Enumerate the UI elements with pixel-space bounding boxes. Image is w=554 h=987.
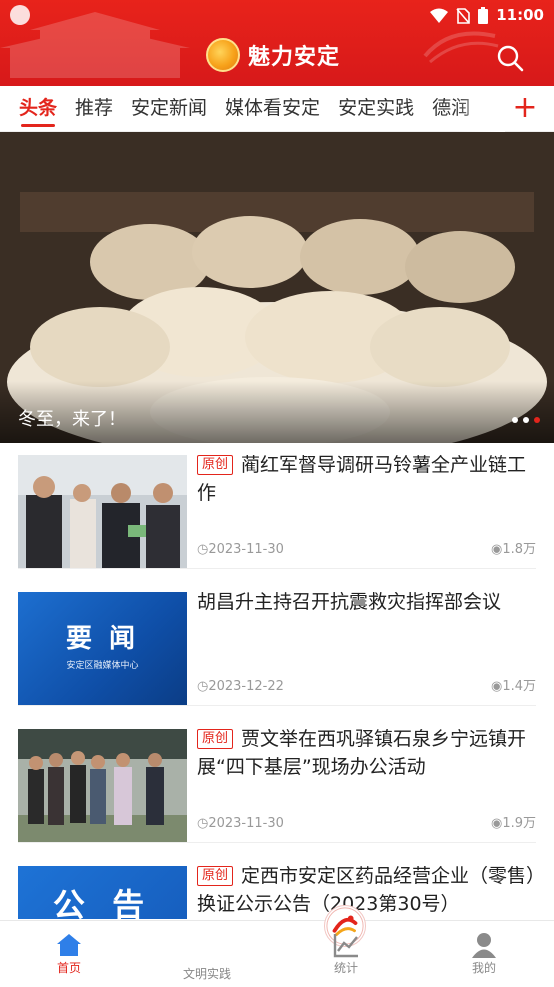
no-sim-icon [456, 8, 470, 24]
news-date: ◷2023-11-30 [197, 816, 284, 831]
site-visit-photo-image [18, 729, 187, 842]
carousel-dot [523, 417, 529, 423]
banner-title[interactable]: 冬至，来了！ [18, 405, 126, 431]
news-thumbnail: 要 闻 安定区融媒体中心 [18, 592, 187, 705]
news-item[interactable]: 公 告 原创定西市安定区药品经营企业（零售）换证公示公告（2023第30号） [18, 854, 536, 919]
nav-home-label: 首页 [0, 959, 138, 976]
nav-civilization[interactable]: 文明实践 [138, 921, 276, 987]
news-title[interactable]: 蔺红军督导调研马铃薯全产业链工作 [197, 454, 526, 504]
original-badge: 原创 [197, 866, 233, 886]
clock-icon: ◷ [197, 679, 208, 694]
news-date-text: 2023-11-30 [208, 816, 284, 831]
tab-anding-practice[interactable]: 安定实践 [329, 86, 423, 132]
news-date-text: 2023-12-22 [208, 679, 284, 694]
original-badge: 原创 [197, 729, 233, 749]
news-thumbnail: 公 告 [18, 866, 187, 919]
carousel-indicator [512, 417, 540, 423]
add-channel-button[interactable]: + [510, 92, 540, 126]
tab-headlines[interactable]: 头条 [10, 86, 66, 132]
thumb-headline: 要 闻 [18, 618, 187, 655]
clock-icon: ◷ [197, 816, 208, 831]
news-title-block: 原创贾文举在西巩驿镇石泉乡宁远镇开展“四下基层”现场办公活动 [197, 725, 536, 781]
news-title-block: 原创蔺红军督导调研马铃薯全产业链工作 [197, 451, 536, 507]
news-body: 原创蔺红军督导调研马铃薯全产业链工作 ◷2023-11-30 ◉1.8万 [197, 451, 536, 569]
news-body: 原创贾文举在西巩驿镇石泉乡宁远镇开展“四下基层”现场办公活动 ◷2023-11-… [197, 725, 536, 843]
bottom-tab-bar: 首页 文明实践 统计 我的 [0, 920, 554, 986]
nav-statistics[interactable]: 统计 [277, 921, 415, 987]
tab-recommend[interactable]: 推荐 [66, 86, 122, 132]
app-logo-icon [206, 38, 240, 72]
news-item[interactable]: 原创贾文举在西巩驿镇石泉乡宁远镇开展“四下基层”现场办公活动 ◷2023-11-… [18, 717, 536, 843]
eye-icon: ◉ [491, 816, 502, 831]
news-thumbnail [18, 729, 187, 842]
user-icon [470, 931, 498, 959]
news-views-text: 1.9万 [502, 816, 536, 831]
system-icons [430, 7, 488, 24]
channel-tabs-scroll[interactable]: 头条推荐安定新闻媒体看安定安定实践德润 [0, 86, 500, 132]
tab-media-view[interactable]: 媒体看安定 [216, 86, 329, 132]
news-title-block: 原创定西市安定区药品经营企业（零售）换证公示公告（2023第30号） [197, 862, 536, 918]
app-header: 11:00 魅力安定 [0, 0, 554, 86]
nav-home[interactable]: 首页 [0, 921, 138, 987]
brand: 魅力安定 [206, 38, 340, 72]
thumb-subline: 安定区融媒体中心 [18, 658, 187, 671]
app-notification-icon [10, 5, 30, 25]
banner-carousel[interactable]: 冬至，来了！ [0, 132, 554, 443]
status-time: 11:00 [496, 6, 544, 24]
news-views: ◉1.9万 [491, 812, 536, 831]
eye-icon: ◉ [491, 542, 502, 557]
news-title-block: 胡昌升主持召开抗震救灾指挥部会议 [197, 588, 536, 616]
news-views: ◉1.8万 [491, 538, 536, 557]
nav-statistics-label: 统计 [277, 959, 415, 976]
news-views: ◉1.4万 [491, 675, 536, 694]
news-date: ◷2023-11-30 [197, 542, 284, 557]
app-title: 魅力安定 [248, 39, 340, 71]
battery-icon [478, 7, 488, 24]
clock-icon: ◷ [197, 542, 208, 557]
chart-icon [332, 931, 360, 959]
news-title[interactable]: 胡昌升主持召开抗震救灾指挥部会议 [197, 591, 501, 613]
news-item[interactable]: 原创蔺红军督导调研马铃薯全产业链工作 ◷2023-11-30 ◉1.8万 [18, 443, 536, 569]
tabs-fade [455, 86, 505, 132]
news-date: ◷2023-12-22 [197, 679, 284, 694]
channel-tabs: 头条推荐安定新闻媒体看安定安定实践德润 + [0, 86, 554, 132]
tab-anding-news[interactable]: 安定新闻 [122, 86, 216, 132]
officials-photo-image [18, 455, 187, 568]
carousel-dot-active [534, 417, 540, 423]
wifi-icon [430, 8, 448, 24]
nav-profile[interactable]: 我的 [415, 921, 553, 987]
news-thumbnail [18, 455, 187, 568]
search-icon[interactable] [496, 44, 524, 72]
eye-icon: ◉ [491, 679, 502, 694]
news-views-text: 1.8万 [502, 542, 536, 557]
news-views-text: 1.4万 [502, 679, 536, 694]
news-title[interactable]: 定西市安定区药品经营企业（零售）换证公示公告（2023第30号） [197, 865, 536, 915]
nav-profile-label: 我的 [415, 959, 553, 976]
news-body: 胡昌升主持召开抗震救灾指挥部会议 ◷2023-12-22 ◉1.4万 [197, 588, 536, 706]
news-item[interactable]: 要 闻 安定区融媒体中心 胡昌升主持召开抗震救灾指挥部会议 ◷2023-12-2… [18, 580, 536, 706]
carousel-dot [512, 417, 518, 423]
status-bar: 11:00 [0, 0, 554, 30]
news-title[interactable]: 贾文举在西巩驿镇石泉乡宁远镇开展“四下基层”现场办公活动 [197, 728, 526, 778]
thumb-headline: 公 告 [18, 880, 187, 919]
news-date-text: 2023-11-30 [208, 542, 284, 557]
original-badge: 原创 [197, 455, 233, 475]
news-list[interactable]: 原创蔺红军督导调研马铃薯全产业链工作 ◷2023-11-30 ◉1.8万 要 闻… [0, 443, 554, 919]
news-body: 原创定西市安定区药品经营企业（零售）换证公示公告（2023第30号） [197, 862, 536, 919]
nav-civilization-label: 文明实践 [138, 965, 276, 982]
home-icon [55, 931, 83, 959]
